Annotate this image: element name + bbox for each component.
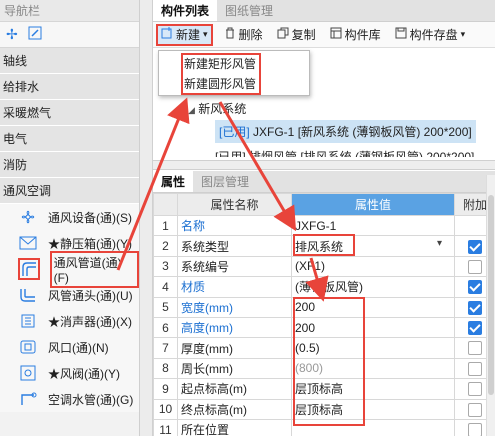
library-button[interactable]: 构件库	[327, 24, 384, 46]
property-name: 宽度(mm)	[177, 296, 292, 318]
silencer-icon	[18, 312, 38, 330]
property-name: 终点标高(m)	[177, 398, 292, 420]
extra-checkbox[interactable]	[468, 259, 482, 274]
nav-item-silencer[interactable]: ★消声器(通)(X)	[0, 308, 139, 334]
navigation-panel: 导航栏 ✢ 轴线 给排水 采暖燃气 电气 消防 通风空调 通风设备(通)(S) …	[0, 0, 140, 436]
chevron-down-icon: ▾	[460, 29, 466, 39]
extra-checkbox[interactable]	[468, 341, 482, 356]
save-component-button[interactable]: 构件存盘 ▾	[392, 24, 469, 46]
fan-icon	[18, 208, 38, 226]
property-header-row: 属性名称 属性值 附加	[153, 193, 495, 216]
row-index: 9	[153, 378, 178, 400]
property-name: 高度(mm)	[177, 316, 292, 339]
tree-item-jxfg1[interactable]: [已用] JXFG-1 [新风系统 (薄钢板风管) 200*200]	[215, 120, 476, 143]
nav-item-fan-equipment[interactable]: 通风设备(通)(S)	[0, 204, 139, 230]
library-icon	[330, 27, 342, 42]
property-scrollbar[interactable]	[486, 175, 495, 436]
nav-toolbar: ✢	[0, 22, 139, 48]
row-index: 8	[153, 357, 178, 380]
nav-category-axis[interactable]: 轴线	[0, 48, 139, 74]
edit-icon[interactable]	[28, 26, 42, 43]
header-property-value: 属性值	[291, 193, 455, 216]
tree-item-exhaust-duct[interactable]: [已用] 排烟风管 [排风系统 (薄钢板风管) 200*200]	[215, 148, 474, 157]
vent-icon	[18, 338, 38, 356]
property-name: 材质	[177, 276, 292, 298]
tree-node-fresh-air-system[interactable]: ◢ 新风系统	[188, 100, 246, 117]
nav-category-hvac[interactable]: 通风空调	[0, 178, 139, 204]
extra-checkbox[interactable]	[468, 300, 482, 315]
save-icon	[395, 27, 407, 42]
tab-component-list[interactable]: 构件列表	[153, 0, 218, 21]
extra-checkbox[interactable]	[468, 382, 482, 397]
extra-checkbox[interactable]	[468, 239, 482, 254]
row-index: 7	[153, 337, 178, 359]
row-index: 2	[153, 235, 178, 257]
row-index: 1	[153, 214, 178, 237]
extra-checkbox[interactable]	[468, 321, 482, 336]
property-value[interactable]: (XF1)	[291, 255, 455, 278]
pin-icon[interactable]: ✢	[6, 26, 18, 43]
scrollbar-thumb[interactable]	[488, 195, 494, 395]
row-index: 11	[153, 418, 178, 436]
horizontal-splitter[interactable]	[153, 160, 495, 170]
extra-checkbox[interactable]	[468, 402, 482, 417]
extra-checkbox[interactable]	[468, 280, 482, 295]
property-name: 系统编号	[177, 255, 292, 278]
property-value[interactable]: (薄钢板风管)	[291, 276, 455, 298]
property-row[interactable]: 4 材质 (薄钢板风管)	[153, 276, 495, 298]
header-property-name: 属性名称	[177, 193, 292, 216]
trash-icon	[224, 27, 236, 42]
property-row[interactable]: 3 系统编号 (XF1)	[153, 255, 495, 278]
collapse-icon: ◢	[188, 105, 195, 115]
property-name: 系统类型	[177, 235, 292, 257]
property-name: 所在位置	[177, 418, 292, 436]
header-index	[153, 193, 178, 216]
nav-item-duct[interactable]: 通风管道(通)(F)	[0, 250, 139, 288]
chevron-down-icon: ▾	[203, 29, 208, 39]
component-tabs: 构件列表 图纸管理	[153, 0, 495, 22]
nav-item-vent[interactable]: 风口(通)(N)	[0, 334, 139, 360]
new-button[interactable]: 新建 ▾	[156, 23, 213, 46]
nav-item-water-pipe[interactable]: 空调水管(通)(G)	[0, 386, 139, 412]
property-name: 厚度(mm)	[177, 337, 292, 359]
duct-fitting-icon	[18, 286, 38, 304]
property-name: 周长(mm)	[177, 357, 292, 380]
extra-checkbox[interactable]	[468, 361, 482, 376]
row-index: 10	[153, 398, 178, 420]
new-icon	[161, 27, 173, 42]
nav-category-electrical[interactable]: 电气	[0, 126, 139, 152]
tab-drawing-management[interactable]: 图纸管理	[217, 0, 281, 21]
property-tabs: 属性 图层管理	[153, 171, 495, 193]
tab-layer-management[interactable]: 图层管理	[193, 171, 257, 192]
row-index: 4	[153, 276, 178, 298]
nav-item-duct-fitting[interactable]: 风管通头(通)(U)	[0, 282, 139, 308]
nav-item-damper[interactable]: ★风阀(通)(Y)	[0, 360, 139, 386]
box-icon	[18, 234, 38, 252]
nav-title: 导航栏	[0, 0, 139, 22]
row-index: 5	[153, 296, 178, 318]
property-name: 起点标高(m)	[177, 378, 292, 400]
vertical-splitter[interactable]	[140, 0, 153, 436]
copy-icon	[277, 27, 289, 42]
duct-icon	[18, 258, 40, 280]
nav-category-heating[interactable]: 采暖燃气	[0, 100, 139, 126]
row-index: 3	[153, 255, 178, 278]
delete-button[interactable]: 删除	[221, 24, 266, 46]
chevron-down-icon[interactable]: ▾	[437, 238, 442, 249]
property-row[interactable]: 1 名称 JXFG-1	[153, 214, 495, 237]
annotation-box-system-type	[293, 234, 355, 256]
annotation-box-values	[293, 297, 365, 426]
extra-checkbox[interactable]	[468, 423, 482, 436]
property-value[interactable]: JXFG-1	[291, 214, 455, 237]
nav-category-plumbing[interactable]: 给排水	[0, 74, 139, 100]
damper-icon	[18, 364, 38, 382]
nav-category-fire[interactable]: 消防	[0, 152, 139, 178]
water-pipe-icon	[18, 390, 38, 408]
property-name: 名称	[177, 214, 292, 237]
row-index: 6	[153, 316, 178, 339]
tab-properties[interactable]: 属性	[153, 171, 194, 192]
annotation-box-menu	[181, 53, 261, 95]
copy-button[interactable]: 复制	[274, 24, 319, 46]
component-toolbar: 新建 ▾ 删除 复制 构件库 构件存盘 ▾	[153, 22, 495, 48]
